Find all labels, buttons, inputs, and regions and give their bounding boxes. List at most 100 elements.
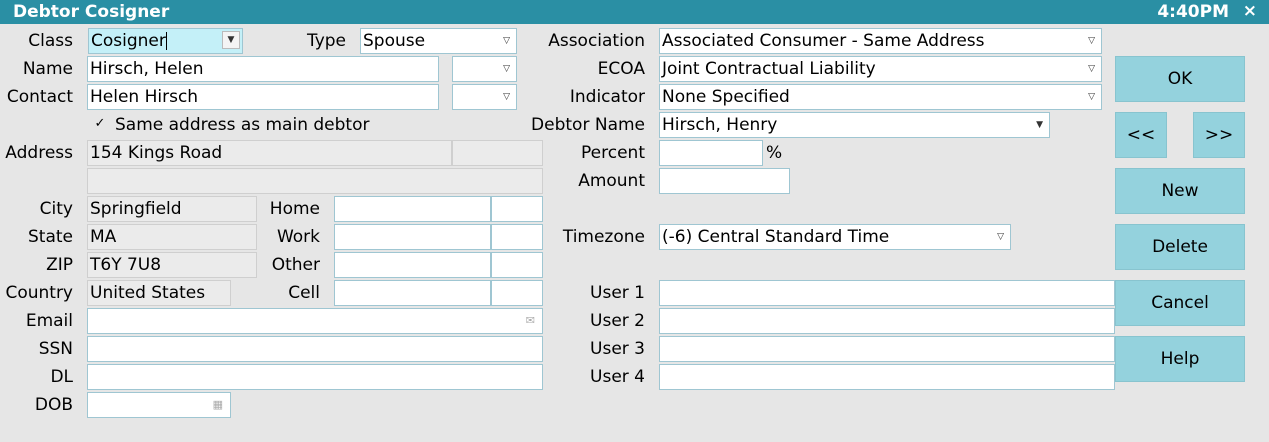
- contact-label: Contact: [6, 87, 73, 107]
- ok-button[interactable]: OK: [1115, 56, 1245, 102]
- title-bar: Debtor Cosigner 4:40PM ×: [0, 0, 1269, 24]
- dl-label: DL: [50, 367, 73, 387]
- amount-label: Amount: [578, 171, 645, 191]
- address-label: Address: [5, 143, 73, 163]
- chevron-down-icon[interactable]: ▽: [1088, 85, 1095, 109]
- clock-time: 4:40PM: [1157, 2, 1229, 22]
- chevron-down-icon[interactable]: ▽: [1088, 57, 1095, 81]
- work-phone-input[interactable]: [334, 224, 491, 250]
- chevron-down-icon[interactable]: ▼: [222, 31, 240, 49]
- other-phone-input[interactable]: [334, 252, 491, 278]
- chevron-down-icon[interactable]: ▼: [1036, 113, 1043, 137]
- contact-type-select[interactable]: ▽: [452, 84, 517, 110]
- address-line1-value: 154 Kings Road: [90, 143, 223, 163]
- contact-input[interactable]: Helen Hirsch: [87, 84, 439, 110]
- window-title: Debtor Cosigner: [13, 2, 170, 22]
- user1-label: User 1: [590, 283, 645, 303]
- type-value: Spouse: [363, 31, 426, 51]
- user3-input[interactable]: [659, 336, 1115, 362]
- delete-button[interactable]: Delete: [1115, 224, 1245, 270]
- type-label: Type: [306, 31, 346, 51]
- city-label: City: [39, 199, 73, 219]
- ecoa-select[interactable]: Joint Contractual Liability ▽: [659, 56, 1102, 82]
- state-input[interactable]: MA: [87, 224, 257, 250]
- dob-label: DOB: [34, 395, 73, 415]
- other-ext-input[interactable]: [491, 252, 543, 278]
- home-phone-input[interactable]: [334, 196, 491, 222]
- address-line1-input[interactable]: 154 Kings Road: [87, 140, 452, 166]
- name-label: Name: [22, 59, 73, 79]
- same-address-checkbox[interactable]: ✓: [93, 117, 107, 131]
- percent-label: Percent: [581, 143, 645, 163]
- indicator-label: Indicator: [569, 87, 645, 107]
- chevron-down-icon[interactable]: ▽: [503, 85, 510, 109]
- country-input[interactable]: United States: [87, 280, 231, 306]
- calendar-icon[interactable]: ▦: [213, 393, 223, 417]
- contact-value: Helen Hirsch: [90, 87, 199, 107]
- email-input[interactable]: ✉: [87, 308, 543, 334]
- name-suffix-select[interactable]: ▽: [452, 56, 517, 82]
- timezone-select[interactable]: (-6) Central Standard Time ▽: [659, 224, 1011, 250]
- address-line2-input[interactable]: [87, 168, 543, 194]
- next-button[interactable]: >>: [1193, 112, 1245, 158]
- city-input[interactable]: Springfield: [87, 196, 257, 222]
- work-label: Work: [276, 227, 320, 247]
- dob-input[interactable]: ▦: [87, 392, 231, 418]
- ssn-label: SSN: [38, 339, 73, 359]
- ssn-input[interactable]: [87, 336, 543, 362]
- home-label: Home: [269, 199, 320, 219]
- cell-phone-input[interactable]: [334, 280, 491, 306]
- debtor-name-select[interactable]: Hirsch, Henry ▼: [659, 112, 1050, 138]
- country-label: Country: [5, 283, 73, 303]
- zip-label: ZIP: [46, 255, 73, 275]
- zip-input[interactable]: T6Y 7U8: [87, 252, 257, 278]
- user1-input[interactable]: [659, 280, 1115, 306]
- user4-input[interactable]: [659, 364, 1115, 390]
- timezone-label: Timezone: [562, 227, 645, 247]
- new-button[interactable]: New: [1115, 168, 1245, 214]
- previous-button[interactable]: <<: [1115, 112, 1167, 158]
- association-label: Association: [548, 31, 645, 51]
- timezone-value: (-6) Central Standard Time: [662, 227, 890, 247]
- ecoa-value: Joint Contractual Liability: [662, 59, 876, 79]
- chevron-down-icon[interactable]: ▽: [997, 225, 1004, 249]
- debtor-name-label: Debtor Name: [531, 115, 645, 135]
- debtor-name-value: Hirsch, Henry: [662, 115, 778, 135]
- user2-input[interactable]: [659, 308, 1115, 334]
- state-label: State: [28, 227, 73, 247]
- email-label: Email: [25, 311, 73, 331]
- class-value: Cosigner: [91, 31, 166, 51]
- class-select[interactable]: Cosigner ▼: [88, 28, 243, 54]
- user2-label: User 2: [590, 311, 645, 331]
- percent-input[interactable]: [659, 140, 763, 166]
- ecoa-label: ECOA: [597, 59, 645, 79]
- chevron-down-icon[interactable]: ▽: [503, 57, 510, 81]
- indicator-value: None Specified: [662, 87, 790, 107]
- association-value: Associated Consumer - Same Address: [662, 31, 985, 51]
- zip-value: T6Y 7U8: [90, 255, 162, 275]
- percent-sign: %: [766, 143, 783, 163]
- chevron-down-icon[interactable]: ▽: [1088, 29, 1095, 53]
- class-label: Class: [28, 31, 73, 51]
- name-input[interactable]: Hirsch, Helen: [87, 56, 439, 82]
- user3-label: User 3: [590, 339, 645, 359]
- cancel-button[interactable]: Cancel: [1115, 280, 1245, 326]
- state-value: MA: [90, 227, 117, 247]
- indicator-select[interactable]: None Specified ▽: [659, 84, 1102, 110]
- home-ext-input[interactable]: [491, 196, 543, 222]
- text-cursor: [165, 32, 167, 50]
- city-value: Springfield: [90, 199, 182, 219]
- close-icon[interactable]: ×: [1243, 1, 1257, 21]
- name-value: Hirsch, Helen: [90, 59, 204, 79]
- association-select[interactable]: Associated Consumer - Same Address ▽: [659, 28, 1102, 54]
- chevron-down-icon[interactable]: ▽: [503, 29, 510, 53]
- other-label: Other: [271, 255, 320, 275]
- dl-input[interactable]: [87, 364, 543, 390]
- cell-label: Cell: [288, 283, 320, 303]
- type-select[interactable]: Spouse ▽: [360, 28, 517, 54]
- country-value: United States: [90, 283, 206, 303]
- same-address-label: Same address as main debtor: [115, 115, 370, 135]
- user4-label: User 4: [590, 367, 645, 387]
- amount-input[interactable]: [659, 168, 790, 194]
- help-button[interactable]: Help: [1115, 336, 1245, 382]
